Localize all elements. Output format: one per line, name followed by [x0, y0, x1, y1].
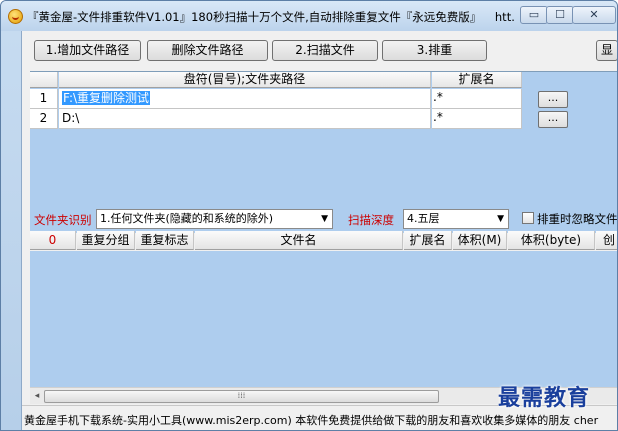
paths-header-path[interactable]: 盘符(冒号);文件夹路径: [59, 72, 431, 88]
folder-mode-value: 1.任何文件夹(隐藏的和系统的除外): [100, 212, 274, 225]
maximize-button[interactable]: ☐: [546, 6, 574, 24]
app-logo-icon: [8, 9, 23, 24]
scrollbar-thumb[interactable]: ⁞⁞⁞: [44, 390, 439, 403]
paths-row-num: 2: [30, 109, 58, 129]
scroll-left-icon[interactable]: ◂: [30, 390, 44, 403]
results-header-size-m[interactable]: 体积(M): [453, 231, 507, 250]
scan-files-button[interactable]: 2.扫描文件: [272, 40, 378, 61]
dropdown-arrow-icon: ▼: [497, 214, 504, 224]
ext-field[interactable]: .*: [432, 89, 522, 109]
results-header-group[interactable]: 重复分组: [77, 231, 135, 250]
window-title-extra: htt...: [494, 10, 515, 24]
dropdown-arrow-icon: ▼: [321, 214, 328, 224]
results-header-flag[interactable]: 重复标志: [136, 231, 194, 250]
paths-header-ext[interactable]: 扩展名: [432, 72, 522, 88]
delete-path-button[interactable]: 删除文件路径: [147, 40, 268, 61]
close-icon: ✕: [589, 8, 599, 21]
maximize-icon: ☐: [555, 8, 565, 21]
scan-depth-select[interactable]: 4.五层 ▼: [403, 209, 509, 229]
scan-depth-value: 4.五层: [407, 212, 440, 225]
folder-mode-label: 文件夹识别: [34, 213, 92, 227]
path-value: F:\重复删除测试: [62, 91, 151, 105]
ignore-checkbox[interactable]: [522, 212, 534, 224]
title-bar[interactable]: 『黄金屋-文件排重软件V1.01』180秒扫描十万个文件,自动排除重复文件『永远…: [1, 1, 617, 31]
paths-row: 2 D:\ .* ...: [30, 109, 617, 129]
paths-row-num: 1: [30, 89, 58, 109]
app-window: 『黄金屋-文件排重软件V1.01』180秒扫描十万个文件,自动排除重复文件『永远…: [0, 0, 618, 431]
minimize-button[interactable]: ▭: [520, 6, 548, 24]
watermark-logo: 最需教育: [498, 385, 591, 411]
results-header-ext[interactable]: 扩展名: [404, 231, 452, 250]
ext-field[interactable]: .*: [432, 109, 522, 129]
results-header-filename[interactable]: 文件名: [195, 231, 403, 250]
browse-button[interactable]: ...: [538, 111, 568, 128]
close-button[interactable]: ✕: [572, 6, 616, 24]
results-header-count[interactable]: 0: [30, 231, 76, 250]
minimize-icon: ▭: [528, 8, 540, 21]
path-field[interactable]: F:\重复删除测试: [59, 89, 431, 109]
results-header-size-byte[interactable]: 体积(byte): [508, 231, 595, 250]
scan-depth-label: 扫描深度: [348, 213, 394, 227]
path-field[interactable]: D:\: [59, 109, 431, 129]
scan-options: 文件夹识别 1.任何文件夹(隐藏的和系统的除外) ▼ 扫描深度 4.五层 ▼ 排…: [22, 208, 617, 230]
status-text: 黄金屋手机下载系统-实用小工具(www.mis2erp.com) 本软件免费提供…: [24, 414, 599, 427]
display-button[interactable]: 显: [596, 40, 617, 61]
paths-row: 1 F:\重复删除测试 .* ...: [30, 89, 617, 109]
main-panel: 1.增加文件路径 删除文件路径 2.扫描文件 3.排重 显 盘符(冒号);文件夹…: [21, 31, 617, 430]
window-title: 『黄金屋-文件排重软件V1.01』180秒扫描十万个文件,自动排除重复文件『永远…: [27, 9, 515, 25]
results-list[interactable]: [30, 251, 617, 387]
folder-mode-select[interactable]: 1.任何文件夹(隐藏的和系统的除外) ▼: [96, 209, 333, 229]
browse-button[interactable]: ...: [538, 91, 568, 108]
add-path-button[interactable]: 1.增加文件路径: [34, 40, 141, 61]
window-controls: ▭ ☐ ✕: [520, 6, 616, 24]
dedupe-button[interactable]: 3.排重: [382, 40, 487, 61]
ignore-checkbox-label[interactable]: 排重时忽略文件: [537, 211, 617, 227]
results-header-created[interactable]: 创: [596, 231, 617, 250]
paths-header-num: [30, 72, 58, 88]
window-title-main: 『黄金屋-文件排重软件V1.01』180秒扫描十万个文件,自动排除重复文件『永远…: [27, 10, 482, 24]
